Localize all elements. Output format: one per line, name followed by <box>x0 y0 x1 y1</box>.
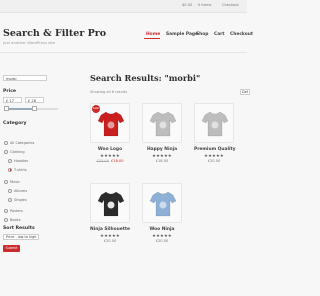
category-option[interactable]: Music <box>4 171 20 184</box>
product-name[interactable]: Woo Ninja <box>142 227 182 232</box>
sale-price: £18.00 <box>111 159 124 163</box>
category-option[interactable]: Books <box>4 209 21 222</box>
product-rating: ★★★★★ <box>204 153 224 158</box>
product-card[interactable]: Premium Quality ★★★★★ £20.00 <box>194 103 235 163</box>
category-option[interactable]: Clothing <box>4 141 25 154</box>
nav-home[interactable]: Home <box>146 32 160 37</box>
category-option[interactable]: Singles <box>8 189 27 202</box>
site-title[interactable]: Search & Filter Pro <box>3 28 106 39</box>
sale-badge: Sale! <box>92 105 100 113</box>
price-slider-min-handle[interactable] <box>4 106 9 111</box>
cart-total[interactable]: $0.00 <box>182 3 192 7</box>
nav-sample-page[interactable]: Sample Page <box>166 32 198 37</box>
site-tagline: just another WordPress site <box>3 40 56 45</box>
product-name[interactable]: Premium Quality <box>194 147 235 152</box>
product-image[interactable] <box>90 183 130 223</box>
price-slider-range <box>6 108 34 110</box>
ordering-select[interactable]: Def <box>240 89 250 95</box>
product-card[interactable]: Sale! Woo Logo ★★★★★ £35.00 £18.00 <box>90 103 130 163</box>
tshirt-icon <box>97 111 125 137</box>
price-heading: Price <box>3 89 17 94</box>
category-option[interactable]: Albums <box>8 180 27 193</box>
product-name[interactable]: Ninja Silhouette <box>90 227 130 232</box>
tshirt-icon <box>149 191 177 217</box>
price-slider-max-handle[interactable] <box>32 106 37 111</box>
nav-active-indicator <box>144 38 160 39</box>
product-card[interactable]: Ninja Silhouette ★★★★★ £20.00 <box>90 183 130 243</box>
tshirt-icon <box>149 111 177 137</box>
checkout-link[interactable]: Checkout <box>222 3 239 7</box>
product-image[interactable] <box>194 103 234 143</box>
price-max-input[interactable]: £ 26 <box>25 97 44 103</box>
product-rating: ★★★★★ <box>100 153 120 158</box>
top-bar: $0.00 0 items Checkout <box>0 0 247 13</box>
search-input[interactable]: morbi <box>3 75 47 81</box>
category-radio[interactable] <box>4 217 8 222</box>
header-divider <box>0 52 247 53</box>
product-card[interactable]: Woo Ninja ★★★★★ £20.00 <box>142 183 182 243</box>
cart-items-count[interactable]: 0 items <box>198 3 211 7</box>
sort-select[interactable]: Price - low to high <box>3 234 39 240</box>
product-price: £20.00 <box>103 239 117 243</box>
tshirt-icon <box>201 111 229 137</box>
product-rating: ★★★★★ <box>152 153 172 158</box>
nav-shop[interactable]: Shop <box>196 32 208 37</box>
category-label: Books <box>10 217 21 222</box>
product-rating: ★★★★★ <box>152 233 172 238</box>
category-option[interactable]: Hoodies <box>8 150 28 163</box>
product-price: £20.00 <box>155 239 169 243</box>
category-option[interactable]: All Categories <box>4 132 34 145</box>
product-price: £35.00 £18.00 <box>90 159 130 163</box>
product-image[interactable]: Sale! <box>90 103 130 143</box>
old-price: £35.00 <box>96 159 109 163</box>
results-title: Search Results: "morbi" <box>90 73 201 83</box>
product-image[interactable] <box>142 103 182 143</box>
tshirt-icon <box>97 191 125 217</box>
product-name[interactable]: Happy Ninja <box>142 147 182 152</box>
product-card[interactable]: Happy Ninja ★★★★★ £18.00 <box>142 103 182 163</box>
product-image[interactable] <box>142 183 182 223</box>
result-count: Showing all 6 results <box>90 90 128 94</box>
category-heading: Category <box>3 121 27 126</box>
product-price: £20.00 <box>207 159 221 163</box>
product-rating: ★★★★★ <box>100 233 120 238</box>
product-price: £18.00 <box>155 159 169 163</box>
price-min-input[interactable]: £ 17 <box>3 97 22 103</box>
sort-heading: Sort Results <box>3 226 35 231</box>
nav-cart[interactable]: Cart <box>214 32 224 37</box>
product-name[interactable]: Woo Logo <box>90 147 130 152</box>
category-option[interactable]: Posters <box>4 200 23 213</box>
category-option[interactable]: T-shirts <box>8 159 27 172</box>
submit-button[interactable]: Submit <box>3 245 20 252</box>
nav-checkout[interactable]: Checkout <box>230 32 253 37</box>
